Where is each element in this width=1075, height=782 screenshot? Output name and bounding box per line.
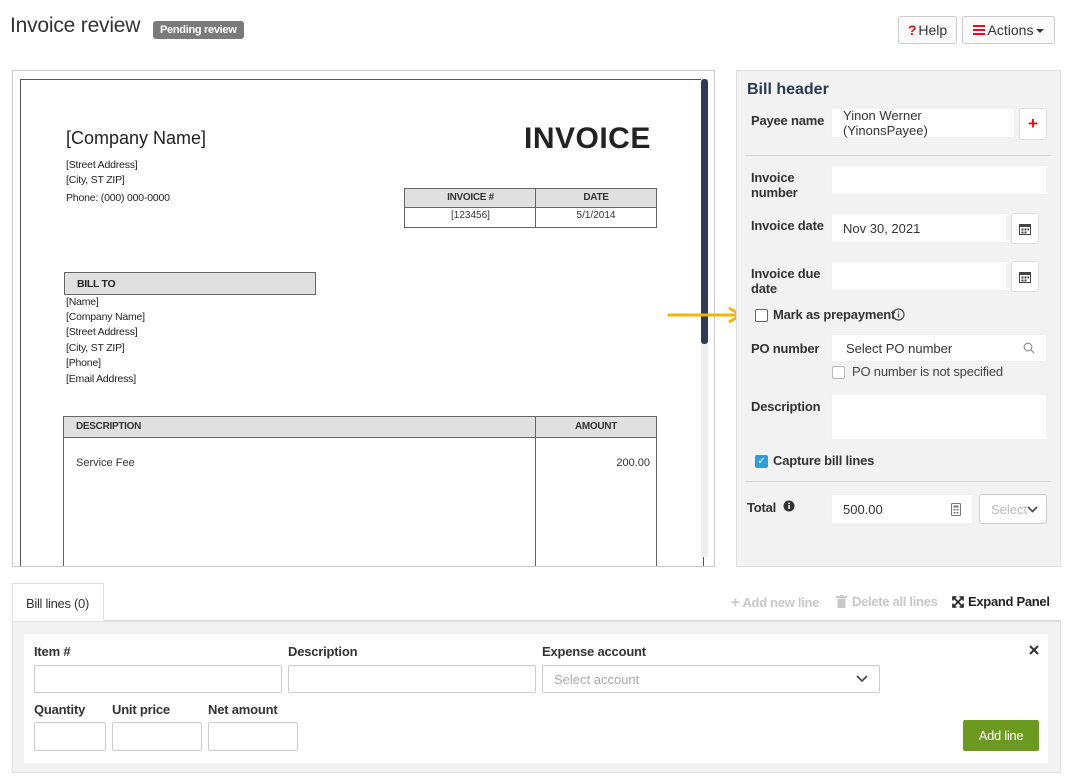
doc-company-name: [Company Name] [66,128,207,148]
invoice-due-date-label: Invoice due date [751,266,821,296]
unit-price-input[interactable] [112,722,202,751]
doc-address-line: Phone: (000) 000-0000 [66,192,170,204]
add-line-button[interactable]: Add line [963,720,1039,751]
bill-header-panel: Bill header Payee name Yinon Werner (Yin… [736,70,1061,567]
close-icon[interactable] [1029,645,1039,655]
plus-icon: + [1028,114,1038,133]
quantity-label: Quantity [34,702,86,717]
line-description-input[interactable] [288,665,536,693]
total-label: Total [747,500,777,515]
doc-line-items-table: DESCRIPTION AMOUNT Service Fee 200.00 [63,416,657,566]
expense-account-select[interactable]: Select account [542,665,880,693]
add-new-line-button[interactable]: + Add new line [731,594,819,611]
info-icon[interactable] [892,308,905,321]
chevron-down-icon [856,675,868,683]
doc-invoice-word: INVOICE [524,122,651,155]
doc-meta-table: INVOICE # DATE [123456] 5/1/2014 [404,188,657,228]
tab-bill-lines[interactable]: Bill lines (0) [12,583,104,621]
item-number-input[interactable] [34,665,282,693]
help-button[interactable]: ? Help [898,16,957,44]
doc-bill-to-line: [Email Address] [66,373,136,385]
capture-bill-lines-label: Capture bill lines [773,453,875,468]
doc-bill-to-line: [City, ST ZIP] [66,342,125,354]
add-payee-button[interactable]: + [1019,108,1047,140]
capture-bill-lines-checkbox[interactable]: ✓ [755,455,768,468]
line-description-label: Description [288,644,358,659]
mark-as-prepayment-checkbox[interactable] [755,309,768,322]
invoice-date-calendar-button[interactable] [1011,213,1039,244]
plus-icon: + [731,594,740,611]
help-label: Help [918,22,948,38]
search-icon [1023,342,1035,354]
calendar-icon [1019,271,1031,283]
net-amount-input[interactable] [208,722,298,751]
total-field[interactable]: 500.00 [831,494,973,524]
invoice-number-label: Invoice number [751,170,798,200]
doc-bill-to-line: [Street Address] [66,326,138,338]
bill-header-title: Bill header [747,81,829,98]
caret-down-icon [1036,29,1045,33]
doc-meta-header: DATE [536,189,656,208]
doc-bill-to-line: [Name] [66,296,99,308]
unit-price-label: Unit price [112,702,170,717]
expense-account-label: Expense account [542,644,646,659]
mark-as-prepayment-label: Mark as prepayment [773,307,896,322]
invoice-number-field[interactable] [831,165,1047,195]
invoice-due-date-calendar-button[interactable] [1011,261,1039,292]
doc-line-header: AMOUNT [536,417,656,438]
expand-icon [952,595,964,608]
expense-account-placeholder: Select account [554,671,640,687]
doc-address-line: [City, ST ZIP] [66,174,125,186]
calendar-icon [1019,223,1031,235]
invoice-date-label: Invoice date [751,218,824,233]
delete-all-lines-button[interactable]: Delete all lines [836,594,938,609]
invoice-document: [Company Name] INVOICE [Street Address] … [20,79,704,566]
description-field[interactable] [831,394,1047,440]
menu-icon [972,23,985,37]
payee-name-field[interactable]: Yinon Werner (YinonsPayee) [831,108,1015,138]
po-number-select[interactable]: Select PO number [831,334,1047,362]
po-number-label: PO number [751,341,820,356]
quantity-input[interactable] [34,722,106,751]
doc-bill-to-header: BILL TO [64,272,316,295]
status-badge: Pending review [153,21,244,39]
invoice-document-viewer[interactable]: [Company Name] INVOICE [Street Address] … [12,70,715,567]
description-label: Description [751,399,821,414]
doc-meta-value: 5/1/2014 [576,210,616,221]
doc-line-amount: 200.00 [616,457,650,469]
calculator-icon [951,502,961,516]
payee-name-label: Payee name [751,113,825,128]
currency-placeholder: Select [991,501,1028,517]
total-value: 500.00 [843,501,883,517]
currency-select[interactable]: Select [979,494,1047,524]
item-number-label: Item # [34,644,71,659]
doc-bill-to-line: [Phone] [66,357,101,369]
po-number-placeholder: Select PO number [846,340,953,356]
expand-panel-label: Expand Panel [968,594,1050,609]
doc-meta-header: INVOICE # [405,189,536,208]
add-new-line-label: Add new line [742,595,820,610]
viewer-scrollbar-thumb[interactable] [701,79,708,344]
doc-address-line: [Street Address] [66,159,138,171]
actions-label: Actions [987,22,1034,38]
invoice-date-field[interactable]: Nov 30, 2021 [831,213,1007,243]
net-amount-label: Net amount [208,702,278,717]
doc-line-description: Service Fee [76,457,135,469]
trash-icon [836,595,847,608]
info-solid-icon[interactable] [783,500,795,512]
po-not-specified-checkbox[interactable] [832,366,845,379]
expand-panel-button[interactable]: Expand Panel [952,594,1050,609]
actions-button[interactable]: Actions [962,16,1055,44]
po-not-specified-label: PO number is not specified [852,364,1003,379]
question-icon: ? [907,22,917,38]
doc-line-header: DESCRIPTION [64,417,536,438]
chevron-down-icon [1027,505,1038,513]
doc-bill-to-line: [Company Name] [66,311,145,323]
page-title: Invoice review [10,14,141,37]
delete-all-lines-label: Delete all lines [852,594,938,609]
invoice-due-date-field[interactable] [831,261,1007,291]
doc-meta-value: [123456] [451,210,490,221]
